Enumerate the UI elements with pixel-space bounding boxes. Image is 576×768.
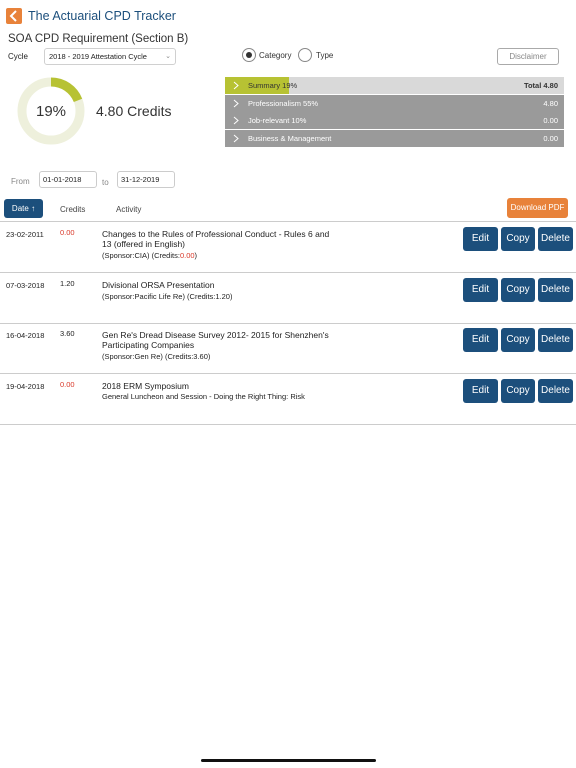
category-radio-label: Category xyxy=(259,51,292,60)
edit-button[interactable]: Edit xyxy=(463,328,498,352)
to-label: to xyxy=(102,178,109,187)
app-title: The Actuarial CPD Tracker xyxy=(28,9,176,23)
entry-sponsor: (Sponsor:Gen Re) (Credits:3.60) xyxy=(102,352,210,361)
section-title: SOA CPD Requirement (Section B) xyxy=(8,33,189,45)
entry-sponsor-close: ) xyxy=(207,352,211,361)
chevron-right-icon xyxy=(233,81,239,90)
entry-sponsor-close: ) xyxy=(229,292,233,301)
total-credits: 4.80 Credits xyxy=(96,103,172,119)
business-management-label: Business & Management xyxy=(248,133,332,143)
activity-row: 16-04-2018 3.60 Gen Re's Dread Disease S… xyxy=(0,323,576,374)
entry-sponsor-text: (Sponsor:Pacific Life Re) (Credits: xyxy=(102,292,216,301)
professionalism-label: Professionalism 55% xyxy=(248,98,319,108)
from-label: From xyxy=(11,177,30,186)
entry-date: 23-02-2011 xyxy=(6,230,44,239)
sort-date-button[interactable]: Date ↑ xyxy=(4,199,43,218)
delete-button[interactable]: Delete xyxy=(538,227,573,251)
entry-credits: 3.60 xyxy=(60,329,75,338)
copy-button[interactable]: Copy xyxy=(501,379,535,403)
cycle-select[interactable]: 2018 - 2019 Attestation Cycle ⌄ xyxy=(44,48,176,65)
professionalism-value: 4.80 xyxy=(543,98,558,108)
job-relevant-value: 0.00 xyxy=(543,116,558,125)
entry-title: Changes to the Rules of Professional Con… xyxy=(102,229,330,249)
delete-button[interactable]: Delete xyxy=(538,278,573,302)
entry-sponsor-text: (Sponsor:Gen Re) (Credits: xyxy=(102,352,194,361)
progress-percent: 19% xyxy=(35,103,67,120)
entry-sponsor: (Sponsor:Pacific Life Re) (Credits:1.20) xyxy=(102,292,232,301)
download-pdf-button[interactable]: Download PDF xyxy=(507,198,568,218)
chevron-right-icon xyxy=(233,99,239,107)
entry-sponsor-text: (Sponsor:CIA) (Credits: xyxy=(102,251,180,260)
activity-row: 23-02-2011 0.00 Changes to the Rules of … xyxy=(0,222,576,273)
entry-credits: 0.00 xyxy=(60,380,75,389)
entry-date: 16-04-2018 xyxy=(6,331,45,340)
entry-title: 2018 ERM Symposium xyxy=(102,381,189,391)
cycle-label: Cycle xyxy=(8,52,29,61)
job-relevant-label: Job-relevant 10% xyxy=(248,116,307,125)
copy-button[interactable]: Copy xyxy=(501,278,535,302)
entry-sponsor-credits: 0.00 xyxy=(179,251,195,260)
business-management-row[interactable]: Business & Management 0.00 xyxy=(225,129,564,147)
activity-row: 07-03-2018 1.20 Divisional ORSA Presenta… xyxy=(0,273,576,324)
credits-column-header[interactable]: Credits xyxy=(60,205,85,214)
summary-row[interactable]: Summary 19% Total 4.80 xyxy=(225,77,564,94)
entry-title: Divisional ORSA Presentation xyxy=(102,280,215,290)
activity-row: 19-04-2018 0.00 2018 ERM Symposium Gener… xyxy=(0,374,576,425)
from-date-input[interactable]: 01-01-2018 xyxy=(39,171,97,188)
summary-total: Total 4.80 xyxy=(523,81,558,90)
chevron-right-icon xyxy=(233,116,239,125)
entry-title: Gen Re's Dread Disease Survey 2012- 2015… xyxy=(102,330,329,350)
chevron-right-icon xyxy=(233,134,239,142)
delete-button[interactable]: Delete xyxy=(538,328,573,352)
summary-table: Summary 19% Total 4.80 Professionalism 5… xyxy=(225,77,564,147)
edit-button[interactable]: Edit xyxy=(463,379,498,403)
to-date-input[interactable]: 31-12-2019 xyxy=(117,171,175,188)
chevron-left-icon xyxy=(9,10,17,22)
edit-button[interactable]: Edit xyxy=(463,278,498,302)
copy-button[interactable]: Copy xyxy=(501,227,535,251)
back-button[interactable] xyxy=(6,8,22,24)
sort-date-label: Date xyxy=(11,204,29,213)
copy-button[interactable]: Copy xyxy=(501,328,535,352)
cycle-selected-value: 2018 - 2019 Attestation Cycle xyxy=(49,52,147,61)
entry-credits: 1.20 xyxy=(60,279,75,288)
entry-date: 19-04-2018 xyxy=(6,382,45,391)
entry-sponsor-close: ) xyxy=(194,251,198,260)
app-header: The Actuarial CPD Tracker xyxy=(0,0,576,32)
chevron-down-icon: ⌄ xyxy=(165,53,171,60)
job-relevant-row[interactable]: Job-relevant 10% 0.00 xyxy=(225,112,564,129)
entry-credits: 0.00 xyxy=(60,228,75,237)
professionalism-row[interactable]: Professionalism 55% 4.80 xyxy=(225,94,564,112)
business-management-value: 0.00 xyxy=(543,133,558,143)
entry-sponsor-credits: 1.20 xyxy=(215,292,230,301)
entry-date: 07-03-2018 xyxy=(6,281,45,290)
disclaimer-button[interactable]: Disclaimer xyxy=(497,48,559,65)
activity-column-header[interactable]: Activity xyxy=(116,205,141,214)
type-radio-label: Type xyxy=(316,51,334,60)
entry-subtitle: General Luncheon and Session - Doing the… xyxy=(102,392,305,401)
edit-button[interactable]: Edit xyxy=(463,227,498,251)
category-radio[interactable] xyxy=(242,48,256,62)
delete-button[interactable]: Delete xyxy=(538,379,573,403)
home-indicator xyxy=(201,759,376,762)
entry-sponsor: (Sponsor:CIA) (Credits:0.00) xyxy=(102,251,197,260)
type-radio[interactable] xyxy=(298,48,312,62)
summary-label: Summary 19% xyxy=(248,81,298,90)
entry-sponsor-credits: 3.60 xyxy=(193,352,208,361)
arrow-up-icon: ↑ xyxy=(31,204,36,213)
